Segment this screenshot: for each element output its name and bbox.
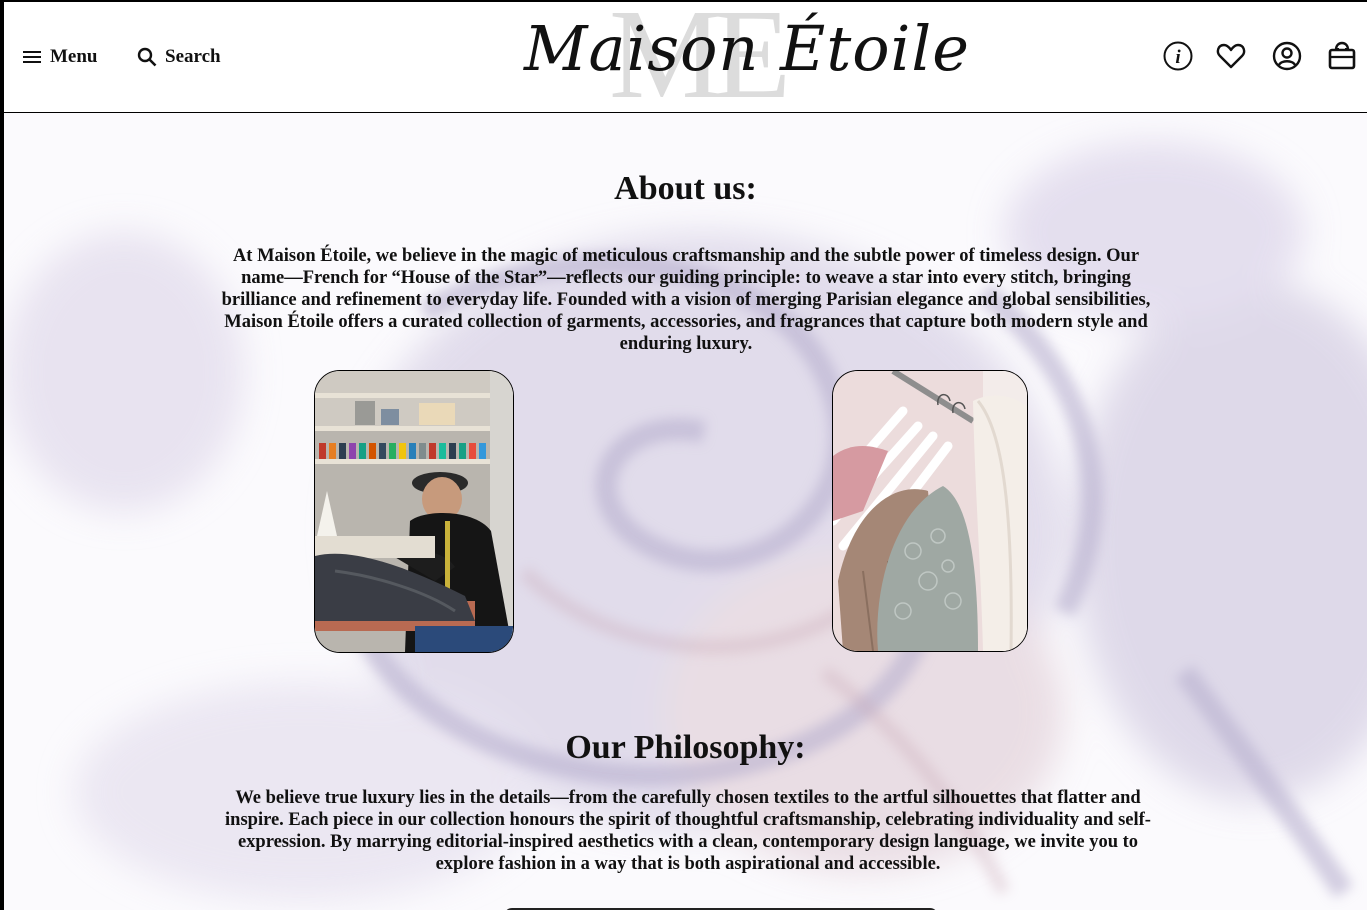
menu-button[interactable]: Menu	[22, 46, 98, 68]
shopping-bag-icon[interactable]	[1326, 40, 1358, 72]
main-content: About us: At Maison Étoile, we believe i…	[4, 112, 1367, 910]
brand-logo[interactable]: ME Maison Étoile	[524, 2, 970, 118]
info-icon[interactable]: i	[1162, 40, 1194, 72]
search-button[interactable]: Search	[137, 46, 221, 68]
menu-label: Menu	[50, 46, 98, 67]
about-heading: About us:	[614, 170, 757, 207]
site-header: Menu Search ME Maison Étoile i	[4, 2, 1367, 118]
philosophy-heading: Our Philosophy:	[565, 729, 806, 766]
tailor-photo	[314, 370, 514, 653]
about-paragraph: At Maison Étoile, we believe in the magi…	[221, 246, 1151, 354]
search-label: Search	[165, 46, 221, 67]
svg-text:i: i	[1175, 47, 1181, 68]
philosophy-paragraph: We believe true luxury lies in the detai…	[225, 788, 1151, 874]
heart-icon[interactable]	[1215, 40, 1247, 72]
page-frame: Menu Search ME Maison Étoile i About us:…	[4, 2, 1367, 910]
search-icon	[137, 47, 157, 67]
hamburger-icon	[23, 51, 41, 63]
account-icon[interactable]	[1271, 40, 1303, 72]
clothing-rack-photo	[832, 370, 1028, 652]
brand-name: Maison Étoile	[524, 12, 970, 85]
